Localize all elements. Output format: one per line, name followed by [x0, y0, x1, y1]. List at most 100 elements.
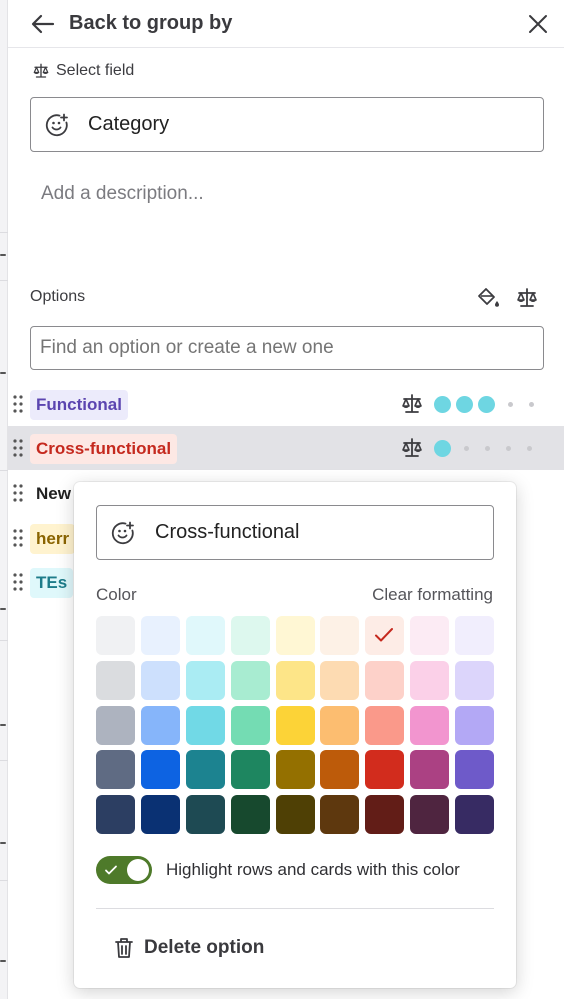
color-swatch[interactable]: [96, 750, 135, 790]
weight-dot-filled[interactable]: [478, 396, 495, 413]
color-swatch[interactable]: [410, 795, 450, 835]
option-tag[interactable]: Cross-functional: [30, 434, 178, 464]
color-swatch[interactable]: [320, 705, 360, 745]
drag-handle-icon[interactable]: [12, 483, 24, 503]
field-name-input[interactable]: Category: [30, 97, 544, 152]
cell-marker: [0, 608, 6, 610]
color-swatch[interactable]: [365, 660, 405, 700]
cell-marker: [0, 372, 6, 374]
color-swatch[interactable]: [455, 795, 495, 835]
color-swatch[interactable]: [320, 795, 360, 835]
color-swatch[interactable]: [410, 660, 450, 700]
grid-line: [0, 760, 8, 761]
drag-handle-icon[interactable]: [12, 394, 24, 414]
close-icon[interactable]: [526, 12, 550, 36]
option-row[interactable]: Functional: [8, 382, 564, 426]
color-swatch[interactable]: [230, 750, 270, 790]
color-swatch[interactable]: [455, 705, 495, 745]
color-swatch[interactable]: [275, 660, 315, 700]
select-field-label: Select field: [56, 62, 135, 79]
color-swatch[interactable]: [365, 795, 405, 835]
weight-dot-empty[interactable]: [529, 402, 534, 407]
back-to-group-by-link[interactable]: Back to group by: [69, 12, 232, 35]
emoji-add-icon[interactable]: [45, 113, 69, 137]
color-swatch[interactable]: [96, 705, 135, 745]
option-tag[interactable]: herr: [30, 524, 76, 554]
weight-dot-filled[interactable]: [434, 396, 451, 413]
weight-dot-empty[interactable]: [485, 446, 490, 451]
color-swatch[interactable]: [455, 660, 495, 700]
option-tag[interactable]: Functional: [30, 390, 128, 420]
emoji-add-icon[interactable]: [111, 521, 135, 545]
color-swatch[interactable]: [410, 616, 450, 655]
color-swatch[interactable]: [410, 750, 450, 790]
color-swatch[interactable]: [96, 616, 135, 655]
field-name-value: Category: [88, 113, 170, 135]
select-field-button[interactable]: Select field: [32, 60, 134, 82]
color-swatch[interactable]: [230, 795, 270, 835]
weight-dots[interactable]: [434, 440, 540, 457]
color-swatch[interactable]: [230, 616, 270, 655]
balance-scale-icon[interactable]: [400, 392, 424, 416]
color-swatch[interactable]: [140, 705, 180, 745]
color-swatch[interactable]: [96, 660, 135, 700]
drag-handle-icon[interactable]: [12, 528, 24, 548]
color-swatch[interactable]: [275, 750, 315, 790]
color-swatch[interactable]: [275, 705, 315, 745]
color-swatch[interactable]: [320, 660, 360, 700]
weight-dots[interactable]: [434, 396, 542, 413]
grid-line: [0, 880, 8, 881]
weight-dot-empty[interactable]: [508, 402, 513, 407]
color-swatch[interactable]: [140, 795, 180, 835]
color-swatch[interactable]: [275, 616, 315, 655]
color-swatch[interactable]: [365, 750, 405, 790]
color-swatch[interactable]: [365, 616, 405, 655]
color-swatch[interactable]: [455, 750, 495, 790]
option-name-input[interactable]: Cross-functional: [96, 505, 494, 560]
weight-dot-empty[interactable]: [506, 446, 511, 451]
highlight-toggle-row: Highlight rows and cards with this color: [96, 856, 460, 884]
color-swatch[interactable]: [96, 795, 135, 835]
option-search-input[interactable]: [30, 326, 544, 370]
drag-handle-icon[interactable]: [12, 438, 24, 458]
color-swatch[interactable]: [185, 705, 225, 745]
drag-handle-icon[interactable]: [12, 572, 24, 592]
paint-bucket-icon[interactable]: [476, 286, 500, 310]
weight-dot-empty[interactable]: [464, 446, 469, 451]
weight-dot-filled[interactable]: [434, 440, 451, 457]
delete-option-button[interactable]: Delete option: [114, 936, 264, 960]
arrow-left-icon[interactable]: [30, 12, 56, 36]
option-tag[interactable]: New: [30, 479, 77, 509]
color-swatch[interactable]: [230, 660, 270, 700]
color-swatch[interactable]: [455, 616, 495, 655]
color-swatch[interactable]: [140, 750, 180, 790]
cell-marker: [0, 842, 6, 844]
option-tag[interactable]: TEs: [30, 568, 74, 598]
color-swatch[interactable]: [140, 616, 180, 655]
color-swatch[interactable]: [185, 660, 225, 700]
color-swatch[interactable]: [320, 616, 360, 655]
clear-formatting-button[interactable]: Clear formatting: [372, 585, 493, 605]
divider: [96, 908, 494, 909]
balance-scale-icon[interactable]: [400, 436, 424, 460]
cell-marker: [0, 960, 6, 962]
cell-marker: [0, 724, 6, 726]
check-icon: [375, 628, 394, 642]
color-swatch[interactable]: [185, 616, 225, 655]
cell-marker: [0, 254, 6, 256]
color-swatch[interactable]: [185, 795, 225, 835]
weight-dot-empty[interactable]: [527, 446, 532, 451]
color-swatch[interactable]: [320, 750, 360, 790]
weight-dot-filled[interactable]: [456, 396, 473, 413]
option-row[interactable]: Cross-functional: [8, 426, 564, 470]
color-swatch[interactable]: [275, 795, 315, 835]
color-swatch[interactable]: [410, 705, 450, 745]
balance-scale-icon[interactable]: [515, 286, 539, 310]
highlight-toggle[interactable]: [96, 856, 152, 884]
color-swatch[interactable]: [230, 705, 270, 745]
description-input[interactable]: Add a description...: [41, 183, 204, 205]
color-swatch[interactable]: [365, 705, 405, 745]
color-swatch[interactable]: [140, 660, 180, 700]
color-swatch[interactable]: [185, 750, 225, 790]
color-heading: Color: [96, 585, 137, 604]
